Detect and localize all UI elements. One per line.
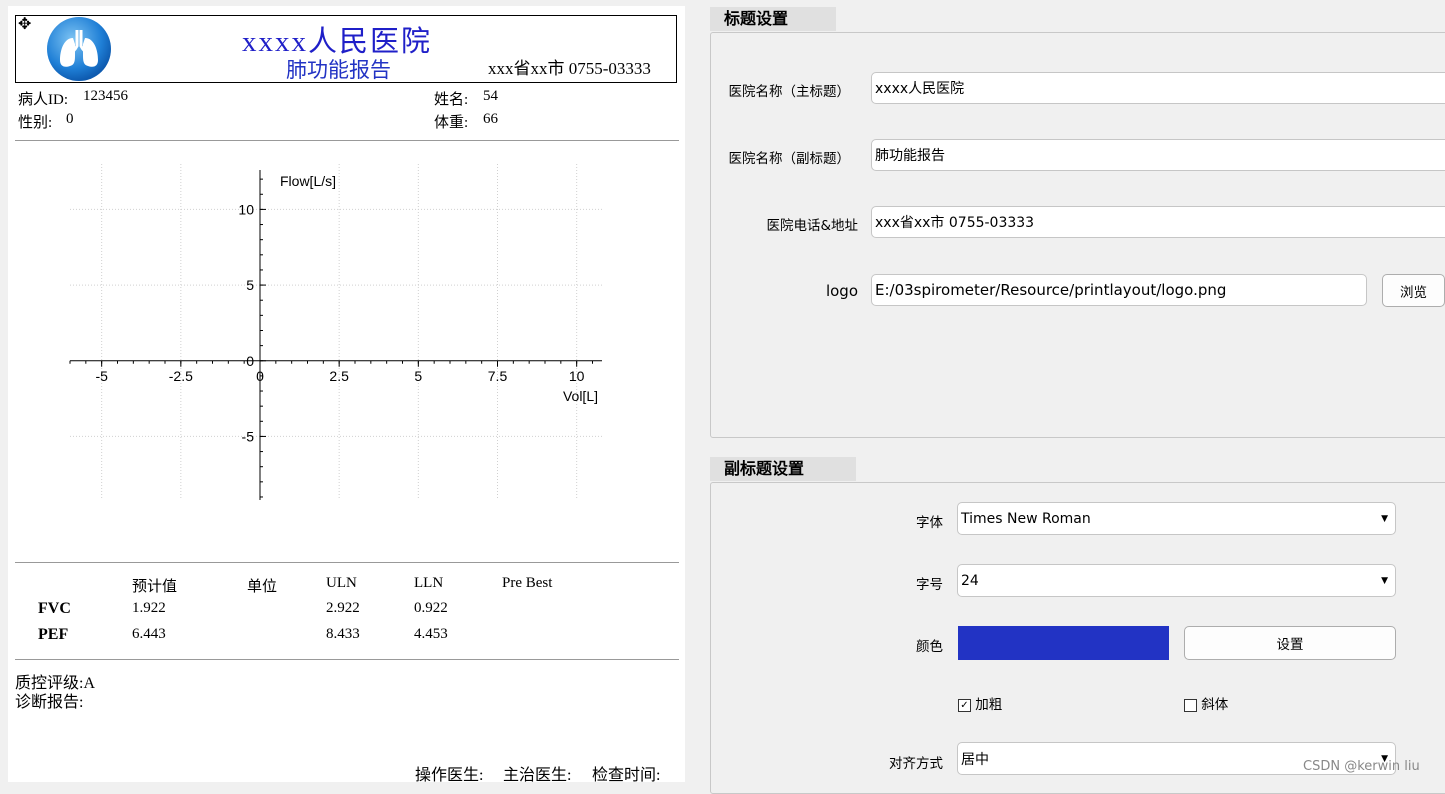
patient-name-value: 54: [483, 88, 498, 104]
italic-checkbox[interactable]: 斜体: [1184, 693, 1228, 713]
row-name-fvc: FVC: [38, 600, 71, 617]
bold-checkbox[interactable]: ✓ 加粗: [958, 693, 1002, 713]
chevron-down-icon: ▼: [1381, 575, 1388, 586]
x-tick-label: -5: [95, 368, 108, 384]
y-tick-label: -5: [242, 428, 255, 444]
font-select[interactable]: Times New Roman ▼: [957, 502, 1396, 535]
subtitle-input[interactable]: 肺功能报告: [871, 139, 1445, 171]
diagnosis-label: 诊断报告:: [15, 694, 84, 711]
patient-sex-value: 0: [66, 111, 74, 127]
watermark: CSDN @kerwin liu: [1303, 759, 1420, 774]
attending-doctor-label: 主治医生:: [503, 767, 572, 784]
patient-weight-label: 体重:: [434, 115, 469, 131]
patient-id-label: 病人ID:: [18, 92, 68, 108]
italic-checkbox-box[interactable]: [1184, 698, 1197, 712]
col-header-lln: LLN: [414, 575, 444, 591]
hospital-logo-lungs-icon: [47, 17, 111, 81]
patient-sex-label: 性别:: [18, 115, 53, 131]
report-subtitle: 肺功能报告: [286, 58, 391, 82]
main-title-label: 医院名称（主标题）: [728, 84, 851, 100]
patient-weight-value: 66: [483, 111, 498, 127]
italic-label: 斜体: [1201, 697, 1229, 713]
align-label: 对齐方式: [889, 756, 943, 772]
col-header-predicted: 预计值: [132, 579, 178, 595]
size-select-value: 24: [961, 572, 979, 589]
main-title-input[interactable]: xxxx人民医院: [871, 72, 1445, 104]
pef-predicted: 6.443: [132, 626, 166, 642]
logo-label: logo: [825, 282, 858, 300]
bold-checkbox-box[interactable]: ✓: [958, 698, 971, 712]
subtitle-label: 医院名称（副标题）: [728, 151, 851, 167]
font-label: 字体: [916, 515, 943, 531]
y-tick-label: 0: [246, 353, 254, 369]
col-header-uln: ULN: [326, 575, 357, 591]
operator-doctor-label: 操作医生:: [415, 767, 484, 784]
move-handle-icon[interactable]: ✥: [18, 14, 31, 33]
size-select[interactable]: 24 ▼: [957, 564, 1396, 597]
y-tick-label: 5: [246, 277, 254, 293]
fvc-predicted: 1.922: [132, 600, 166, 616]
y-tick-label: 10: [238, 201, 254, 217]
patient-name-label: 姓名:: [434, 92, 469, 108]
hospital-address-phone: xxx省xx市 0755-03333: [488, 59, 651, 78]
pef-uln: 8.433: [326, 626, 360, 642]
row-name-pef: PEF: [38, 626, 69, 643]
patient-id-value: 123456: [83, 88, 128, 104]
x-tick-label: 10: [569, 368, 585, 384]
flow-volume-chart: -5 -2.5 0 2.5 5 7.5 10 -5 0 5 10 Flow[L/s] Vol[L]: [69, 164, 602, 500]
chevron-down-icon: ▼: [1381, 513, 1388, 524]
x-tick-label: -2.5: [169, 368, 193, 384]
divider: [15, 140, 679, 141]
subtitle-settings-tab[interactable]: 副标题设置: [710, 457, 856, 481]
set-color-button[interactable]: 设置: [1184, 626, 1396, 660]
x-tick-label: 5: [414, 368, 422, 384]
exam-time-label: 检查时间:: [592, 767, 661, 784]
size-label: 字号: [916, 577, 943, 593]
divider: [15, 562, 679, 563]
logo-path-input[interactable]: E:/03spirometer/Resource/printlayout/log…: [871, 274, 1367, 306]
browse-button[interactable]: 浏览: [1382, 274, 1445, 307]
font-select-value: Times New Roman: [961, 510, 1091, 527]
bold-label: 加粗: [975, 697, 1003, 713]
contact-label: 医院电话&地址: [766, 218, 858, 234]
pef-lln: 4.453: [414, 626, 448, 642]
x-tick-label: 7.5: [488, 368, 508, 384]
color-label: 颜色: [916, 639, 943, 655]
color-swatch[interactable]: [958, 626, 1169, 660]
title-settings-tab[interactable]: 标题设置: [710, 7, 836, 31]
contact-input[interactable]: xxx省xx市 0755-03333: [871, 206, 1445, 238]
x-tick-label: 0: [256, 368, 264, 384]
fvc-lln: 0.922: [414, 600, 448, 616]
fvc-uln: 2.922: [326, 600, 360, 616]
divider: [15, 659, 679, 660]
x-axis-title: Vol[L]: [563, 388, 598, 404]
align-select-value: 居中: [961, 751, 989, 768]
y-axis-title: Flow[L/s]: [280, 173, 336, 189]
col-header-unit: 单位: [247, 579, 278, 595]
x-tick-label: 2.5: [329, 368, 349, 384]
report-preview: ✥ xxxx人民医院 肺功能报告 xxx省xx市 0755-03333 病人ID…: [8, 6, 685, 784]
col-header-pre-best: Pre Best: [502, 575, 553, 591]
